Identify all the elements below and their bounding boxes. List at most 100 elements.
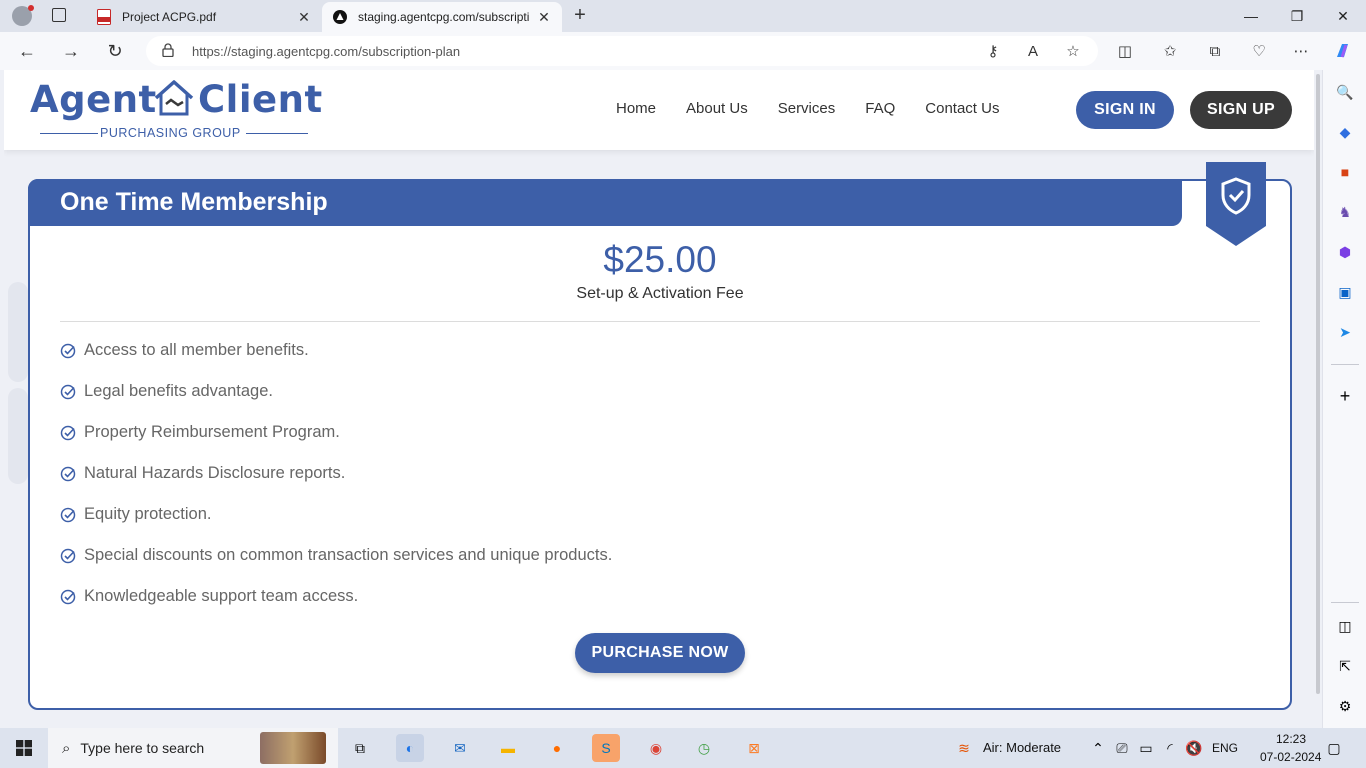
restore-button[interactable]: ❐ <box>1274 0 1320 32</box>
sidebar-divider <box>1331 364 1359 365</box>
close-tab-icon[interactable]: ✕ <box>296 9 312 26</box>
feature-text: Property Reimbursement Program. <box>84 423 340 441</box>
scrollbar-thumb[interactable] <box>1316 74 1320 694</box>
hide-sidebar-icon[interactable]: ◫ <box>1335 616 1355 636</box>
clock-time[interactable]: 12:23 <box>1276 732 1306 746</box>
collections-icon[interactable]: ⧉ <box>1202 38 1228 64</box>
new-tab-button[interactable]: + <box>568 4 592 28</box>
clock-app-icon[interactable]: ◷ <box>690 734 718 762</box>
search-highlight-image <box>260 732 326 764</box>
check-circle-icon <box>60 589 76 605</box>
membership-plan-card: One Time Membership $25.00 Set-up & Acti… <box>28 162 1292 710</box>
more-options-icon[interactable]: ⋯ <box>1288 38 1314 64</box>
close-tab-icon[interactable]: ✕ <box>536 9 552 26</box>
forward-arrow-icon[interactable]: → <box>56 37 86 65</box>
feature-text: Access to all member benefits. <box>84 341 309 359</box>
weather-text[interactable]: Air: Moderate <box>983 740 1061 755</box>
feature-item: Property Reimbursement Program. <box>60 423 612 464</box>
nav-about-us[interactable]: About Us <box>686 100 748 117</box>
external-link-icon[interactable]: ⇱ <box>1335 656 1355 676</box>
close-window-button[interactable]: ✕ <box>1320 0 1366 32</box>
add-icon[interactable]: + <box>1335 386 1355 406</box>
microsoft-365-icon[interactable]: ⬢ <box>1335 242 1355 262</box>
settings-gear-icon[interactable]: ⚙ <box>1335 696 1355 716</box>
xampp-icon[interactable]: ⊠ <box>740 734 768 762</box>
back-arrow-icon[interactable]: ← <box>12 37 42 65</box>
feature-text: Special discounts on common transaction … <box>84 546 613 564</box>
refresh-icon[interactable]: ↻ <box>100 37 130 65</box>
task-view-icon[interactable]: ⧉ <box>346 734 374 762</box>
volume-muted-icon[interactable]: 🔇 <box>1180 734 1208 762</box>
check-circle-icon <box>60 425 76 441</box>
language-indicator[interactable]: ENG <box>1212 741 1238 755</box>
check-circle-icon <box>60 548 76 564</box>
browser-tab-strip: Project ACPG.pdf ✕ staging.agentcpg.com/… <box>0 0 1366 32</box>
clock-date[interactable]: 07-02-2024 <box>1260 750 1321 764</box>
logo-rule-left <box>40 133 98 134</box>
lock-icon <box>162 42 178 60</box>
nav-services[interactable]: Services <box>778 100 836 117</box>
purchase-now-button[interactable]: PURCHASE NOW <box>575 633 745 673</box>
copilot-icon[interactable] <box>1330 38 1356 64</box>
taskbar-search-box[interactable]: ⌕ Type here to search <box>48 728 338 768</box>
games-icon[interactable]: ♞ <box>1335 202 1355 222</box>
check-circle-icon <box>60 384 76 400</box>
air-quality-icon[interactable]: ≋ <box>950 734 978 762</box>
plan-price-note: Set-up & Activation Fee <box>576 285 744 302</box>
read-aloud-icon[interactable]: A <box>1020 38 1046 64</box>
plan-price: $25.00 <box>603 239 717 280</box>
site-header: Agent Client PURCHASING GROUP Home About… <box>4 70 1314 150</box>
feature-text: Knowledgeable support team access. <box>84 587 359 605</box>
sign-up-button[interactable]: SIGN UP <box>1190 91 1292 129</box>
shopping-tag-icon[interactable]: ◆ <box>1335 122 1355 142</box>
telegram-send-icon[interactable]: ➤ <box>1335 322 1355 342</box>
edge-browser-icon[interactable]: ◐ <box>396 734 424 762</box>
plan-title-bar: One Time Membership <box>28 179 1182 226</box>
firefox-icon[interactable]: ● <box>543 734 571 762</box>
tab-staging-subscription[interactable]: staging.agentcpg.com/subscripti ✕ <box>322 2 562 32</box>
nav-contact-us[interactable]: Contact Us <box>925 100 999 117</box>
check-circle-icon <box>60 507 76 523</box>
nav-faq[interactable]: FAQ <box>865 100 895 117</box>
chrome-icon[interactable]: ◉ <box>642 734 670 762</box>
search-icon[interactable]: 🔍 <box>1335 82 1355 102</box>
logo-word-agent: Agent <box>30 78 157 121</box>
feature-item: Natural Hazards Disclosure reports. <box>60 464 612 505</box>
feature-text: Legal benefits advantage. <box>84 382 273 400</box>
minimize-button[interactable]: — <box>1228 0 1274 32</box>
key-icon[interactable]: ⚷ <box>980 38 1006 64</box>
favorite-star-icon[interactable]: ☆ <box>1060 38 1086 64</box>
page-scrollbar[interactable] <box>1314 70 1322 728</box>
search-icon: ⌕ <box>62 739 71 757</box>
favorites-icon[interactable]: ✩ <box>1157 38 1183 64</box>
decorative-shape <box>8 282 28 382</box>
logo-tagline: PURCHASING GROUP <box>100 126 241 140</box>
feature-text: Natural Hazards Disclosure reports. <box>84 464 346 482</box>
feature-list: Access to all member benefits. Legal ben… <box>60 341 612 628</box>
tab-project-pdf[interactable]: Project ACPG.pdf ✕ <box>86 2 322 32</box>
outlook-icon[interactable]: ▣ <box>1335 282 1355 302</box>
tab-actions-icon[interactable] <box>52 8 66 22</box>
file-explorer-icon[interactable]: ▬ <box>494 734 522 762</box>
pdf-icon <box>96 9 112 25</box>
notifications-icon[interactable]: ▢ <box>1320 734 1348 762</box>
edge-sidebar: 🔍 ◆ ■ ♞ ⬢ ▣ ➤ + ◫ ⇱ ⚙ <box>1322 70 1366 728</box>
browser-essentials-icon[interactable]: ♡ <box>1246 38 1272 64</box>
main-nav: Home About Us Services FAQ Contact Us <box>616 100 1029 117</box>
sign-in-button[interactable]: SIGN IN <box>1076 91 1174 129</box>
mail-icon[interactable]: ✉ <box>446 734 474 762</box>
agent-client-logo[interactable]: Agent Client PURCHASING GROUP <box>28 76 328 142</box>
house-handshake-icon <box>154 80 194 116</box>
nav-home[interactable]: Home <box>616 100 656 117</box>
web-page: Agent Client PURCHASING GROUP Home About… <box>4 70 1314 728</box>
tools-briefcase-icon[interactable]: ■ <box>1335 162 1355 182</box>
logo-word-client: Client <box>198 78 323 121</box>
split-screen-icon[interactable]: ◫ <box>1112 38 1138 64</box>
logo-rule-right <box>246 133 308 134</box>
windows-start-icon[interactable] <box>10 734 38 762</box>
browser-toolbar: ← → ↻ https://staging.agentcpg.com/subsc… <box>0 32 1366 70</box>
skype-icon[interactable]: S <box>592 734 620 762</box>
url-text: https://staging.agentcpg.com/subscriptio… <box>192 43 461 59</box>
feature-item: Legal benefits advantage. <box>60 382 612 423</box>
address-bar[interactable]: https://staging.agentcpg.com/subscriptio… <box>146 36 1098 66</box>
